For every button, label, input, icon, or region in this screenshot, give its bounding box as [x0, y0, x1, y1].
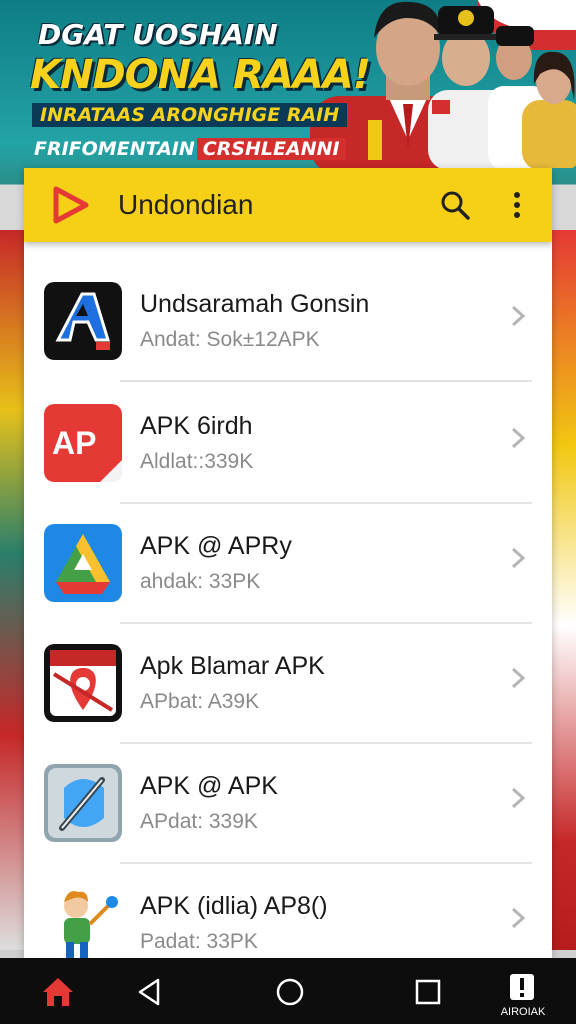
search-icon[interactable] — [440, 190, 470, 220]
home-icon[interactable] — [40, 974, 76, 1010]
home-circle-icon[interactable] — [272, 974, 308, 1010]
chevron-right-icon — [511, 907, 526, 929]
chevron-right-icon — [511, 547, 526, 569]
pen-app-icon — [44, 764, 122, 842]
banner-headline-main: KNDONA RAAA! — [30, 52, 371, 98]
banner-subtitle-part1: FRIFOMENTAIN — [34, 138, 195, 160]
list-item[interactable]: Undsaramah Gonsin Andat: Sok±12APK — [24, 262, 552, 382]
chevron-right-icon — [511, 667, 526, 689]
app-subtitle: Aldlat::339K — [140, 450, 254, 473]
app-name: APK (idlia) AP8() — [140, 892, 328, 920]
banner-subtitle-highlight: CRSHLEANNI — [196, 138, 346, 160]
chevron-right-icon — [511, 305, 526, 327]
app-subtitle: APbat: A39K — [140, 690, 260, 713]
a-arrow-app-icon — [44, 282, 122, 360]
app-subtitle: APdat: 339K — [140, 810, 258, 833]
background-stripe-right — [550, 230, 576, 950]
app-title: Undondian — [118, 189, 254, 220]
promo-banner[interactable]: DGAT UOSHAIN KNDONA RAAA! INRATAAS ARONG… — [0, 0, 576, 168]
app-list: Undsaramah Gonsin Andat: Sok±12APK AP AP… — [24, 264, 552, 958]
chevron-right-icon — [511, 427, 526, 449]
app-name: Apk Blamar APK — [140, 652, 325, 680]
ap-red-app-icon: AP — [44, 404, 122, 482]
list-item[interactable]: APK (idlia) AP8() Padat: 33PK — [24, 864, 552, 958]
list-item[interactable]: APK @ APRy ahdak: 33PK — [24, 504, 552, 624]
banner-headline-top: DGAT UOSHAIN — [38, 18, 278, 51]
app-name: APK @ APK — [140, 772, 278, 800]
back-triangle-icon[interactable] — [132, 974, 168, 1010]
app-name: APK @ APRy — [140, 532, 292, 560]
nav-label: AIROIAK — [500, 1006, 546, 1018]
app-name: APK 6irdh — [140, 412, 253, 440]
app-subtitle: Padat: 33PK — [140, 930, 258, 953]
recents-square-icon[interactable] — [410, 974, 446, 1010]
drive-triangle-app-icon — [44, 524, 122, 602]
info-icon[interactable] — [504, 970, 540, 1006]
cartoon-character-app-icon — [44, 884, 122, 958]
app-name: Undsaramah Gonsin — [140, 290, 370, 318]
banner-tagline: INRATAAS ARONGHIGE RAIH — [32, 103, 348, 127]
list-item[interactable]: APK @ APK APdat: 339K — [24, 744, 552, 864]
svg-text:AP: AP — [52, 425, 96, 461]
chevron-right-icon — [511, 787, 526, 809]
app-subtitle: Andat: Sok±12APK — [140, 328, 320, 351]
more-vertical-icon[interactable] — [510, 190, 524, 220]
list-item[interactable]: AP APK 6irdh Aldlat::339K — [24, 384, 552, 504]
list-item[interactable]: Apk Blamar APK APbat: A39K — [24, 624, 552, 744]
map-pin-app-icon — [44, 644, 122, 722]
divider — [120, 380, 532, 382]
play-logo-icon[interactable] — [50, 186, 90, 224]
app-bar: Undondian — [24, 168, 552, 242]
banner-subtitle: FRIFOMENTAIN CRSHLEANNI — [34, 138, 346, 160]
app-window: Undondian Undsaramah Gonsin Andat: Sok±1… — [24, 168, 552, 958]
app-subtitle: ahdak: 33PK — [140, 570, 261, 593]
